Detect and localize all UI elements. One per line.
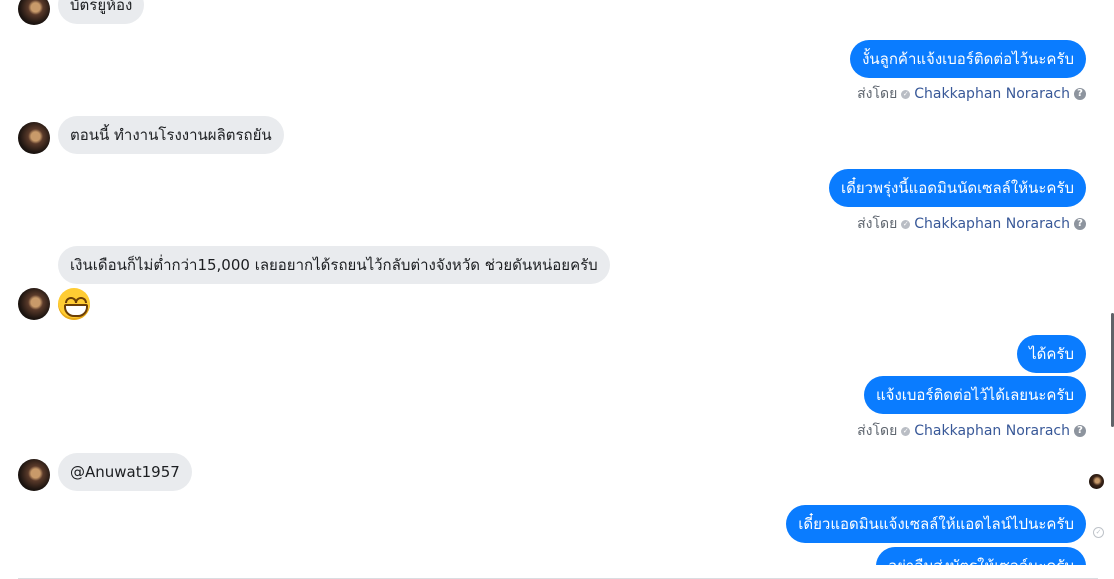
outgoing-message[interactable]: เดี๋ยวพรุ่งนี้แอดมินนัดเซลล์ให้นะครับ xyxy=(829,169,1086,207)
sent-by-label: ส่งโดย xyxy=(857,86,898,102)
incoming-message[interactable]: ตอนนี้ ทำงานโรงงานผลิตรถยัน xyxy=(58,116,284,154)
outgoing-message[interactable]: อย่าลืมส่งบัตรให้เซลล์นะครับ xyxy=(876,547,1086,565)
check-badge-icon: ✓ xyxy=(901,219,911,229)
contact-avatar[interactable] xyxy=(18,288,50,320)
outgoing-message[interactable]: แจ้งเบอร์ติดต่อไว้ได้เลยนะครับ xyxy=(863,376,1086,414)
outgoing-message[interactable]: เดี๋ยวแอดมินแจ้งเซลล์ให้แอดไลน์ไปนะครับ xyxy=(786,505,1086,543)
sender-link[interactable]: Chakkaphan Norarach xyxy=(914,86,1070,102)
outgoing-message[interactable]: งั้นลูกค้าแจ้งเบอร์ติดต่อไว้นะครับ xyxy=(850,40,1086,78)
incoming-message[interactable]: @Anuwat1957 xyxy=(58,453,192,491)
sent-by-label: ส่งโดย xyxy=(857,423,898,439)
sent-by-info: ส่งโดย ✓ Chakkaphan Norarach ? xyxy=(857,213,1086,235)
grinning-face-emoji[interactable] xyxy=(58,288,90,320)
incoming-message[interactable]: บัตรยูห้อง xyxy=(58,0,145,24)
seen-avatar-icon xyxy=(1089,474,1104,489)
sent-by-label: ส่งโดย xyxy=(857,216,898,232)
sent-check-icon: ✓ xyxy=(1093,527,1104,538)
sent-by-info: ส่งโดย ✓ Chakkaphan Norarach ? xyxy=(857,83,1086,105)
contact-avatar[interactable] xyxy=(18,0,50,25)
sender-link[interactable]: Chakkaphan Norarach xyxy=(914,216,1070,232)
outgoing-message[interactable]: ได้ครับ xyxy=(1017,335,1086,373)
contact-avatar[interactable] xyxy=(18,459,50,491)
check-badge-icon: ✓ xyxy=(901,426,911,436)
sender-link[interactable]: Chakkaphan Norarach xyxy=(914,423,1070,439)
contact-avatar[interactable] xyxy=(18,122,50,154)
question-icon[interactable]: ? xyxy=(1074,88,1086,100)
sent-by-info: ส่งโดย ✓ Chakkaphan Norarach ? xyxy=(857,420,1086,442)
incoming-message[interactable]: เงินเดือนก็ไม่ต่ำกว่า15,000 เลยอยากได้รถ… xyxy=(58,246,610,284)
check-badge-icon: ✓ xyxy=(901,89,911,99)
question-icon[interactable]: ? xyxy=(1074,218,1086,230)
conversation-thread: บัตรยูห้อง งั้นลูกค้าแจ้งเบอร์ติดต่อไว้น… xyxy=(0,0,1114,565)
question-icon[interactable]: ? xyxy=(1074,425,1086,437)
